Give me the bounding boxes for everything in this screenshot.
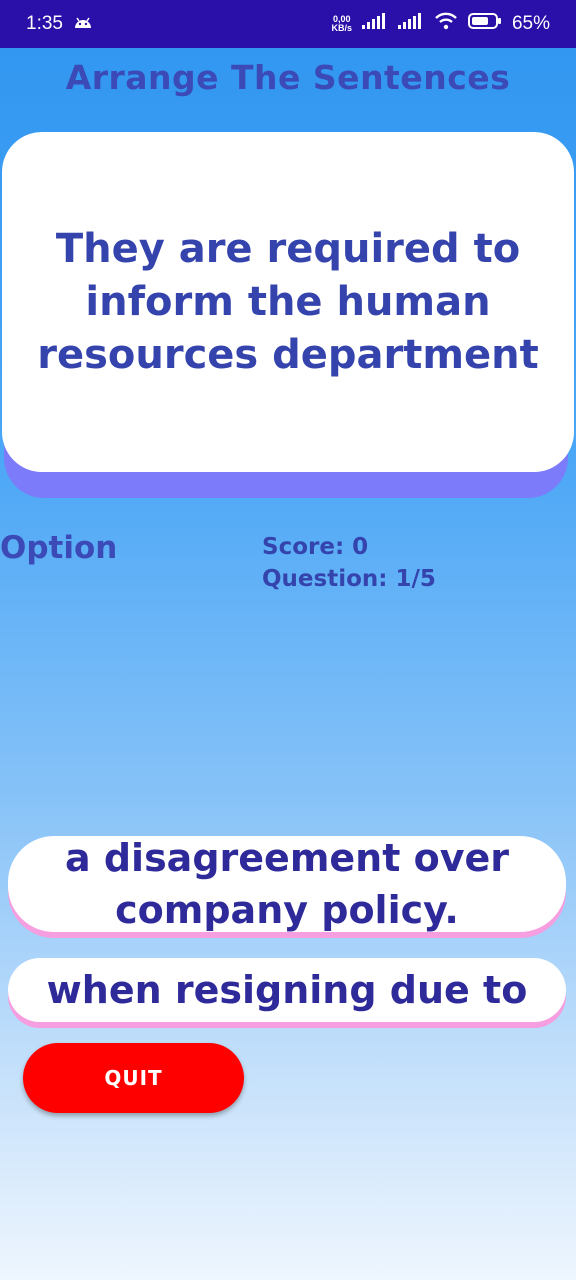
battery-percent: 65%	[511, 13, 550, 34]
score-text: Score: 0	[262, 534, 369, 560]
quit-label: QUIT	[104, 1066, 163, 1090]
question-counter: Question: 1/5	[262, 566, 436, 592]
option-text: when resigning due to	[46, 968, 528, 1012]
signal-icon-2	[397, 12, 424, 36]
page-title: Arrange The Sentences	[65, 58, 511, 97]
question-text: They are required to inform the human re…	[37, 225, 539, 378]
option-text: a disagreement over company policy.	[64, 836, 510, 932]
signal-icon	[361, 12, 388, 36]
question-card: They are required to inform the human re…	[2, 132, 574, 472]
option-button-1[interactable]: a disagreement over company policy.	[8, 836, 566, 932]
battery-icon	[467, 12, 502, 36]
option-label: Option	[0, 530, 118, 566]
wifi-icon	[434, 12, 458, 36]
stats-panel: Score: 0 Question: 1/5	[262, 531, 436, 595]
android-icon	[73, 13, 93, 35]
status-bar: 1:35 0,00 KB/s 65%	[0, 0, 576, 48]
net-speed: 0,00 KB/s	[331, 14, 352, 33]
quit-button[interactable]: QUIT	[23, 1043, 244, 1113]
option-button-2[interactable]: when resigning due to	[8, 958, 566, 1022]
status-time: 1:35	[26, 13, 63, 34]
